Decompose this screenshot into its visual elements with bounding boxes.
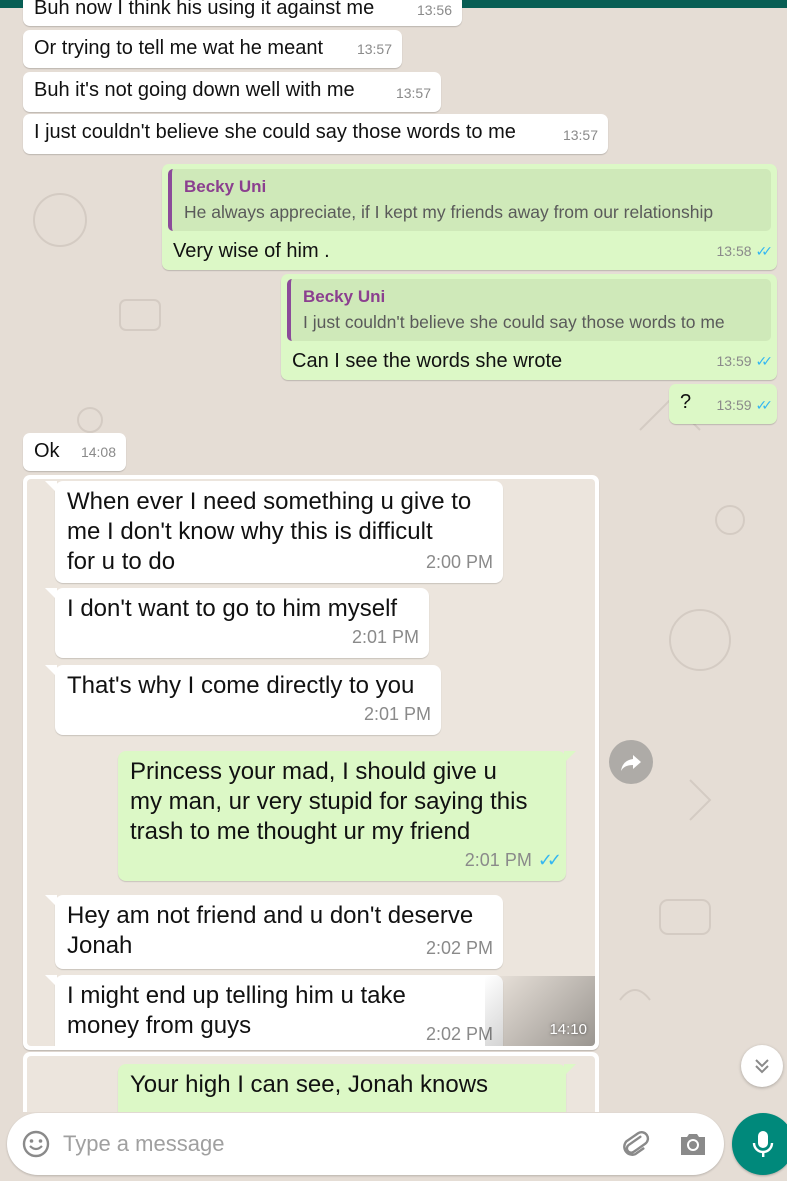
message-time: 13:59 ✓✓	[716, 393, 774, 417]
forward-button[interactable]	[609, 740, 653, 784]
image-message-time: 14:10	[549, 1021, 587, 1038]
camera-icon[interactable]	[677, 1128, 709, 1160]
message-time: 13:57	[356, 41, 392, 57]
message-bubble-outgoing-reply[interactable]: Becky Uni I just couldn't believe she co…	[281, 274, 777, 380]
quote-author: Becky Uni	[184, 177, 267, 196]
message-bubble-incoming[interactable]: I just couldn't believe she could say th…	[23, 114, 608, 154]
message-bubble-incoming[interactable]: Buh it's not going down well with me 13:…	[23, 72, 441, 112]
message-input[interactable]	[63, 1125, 583, 1163]
message-text: Ok	[34, 440, 60, 462]
screenshot-bubble-text: I might end up telling him u take money …	[67, 982, 406, 1039]
forward-icon	[621, 755, 641, 771]
message-text: ?	[680, 391, 692, 413]
message-text: I just couldn't believe she could say th…	[34, 121, 516, 143]
paperclip-icon[interactable]	[619, 1128, 651, 1160]
message-bubble-incoming[interactable]: Ok 14:08	[23, 433, 126, 471]
screenshot-bubble-text: I don't want to go to him myself	[67, 595, 398, 622]
screenshot-bubble-text: When ever I need something u give to me …	[67, 488, 472, 575]
quote-text: I just couldn't believe she could say th…	[303, 312, 725, 332]
screenshot-bubble-time: 2:01 PM	[351, 627, 419, 647]
emoji-icon[interactable]	[21, 1129, 51, 1159]
message-time: 14:08	[80, 444, 116, 460]
screenshot-bubble-time: 2:01 PM ✓✓	[465, 845, 562, 875]
mic-icon	[752, 1131, 774, 1157]
screenshot-bubble-text: That's why I come directly to you	[67, 672, 415, 699]
image-message[interactable]: When ever I need something u give to me …	[23, 475, 599, 1050]
quoted-message[interactable]: Becky Uni He always appreciate, if I kep…	[168, 169, 771, 231]
scroll-to-bottom-button[interactable]	[741, 1045, 783, 1087]
double-check-icon: ✓✓	[755, 243, 774, 259]
double-check-icon: ✓✓	[755, 397, 774, 413]
screenshot-bubble-incoming: I don't want to go to him myself 2:01 PM	[45, 588, 429, 658]
screenshot-bubble-time: 2:02 PM	[425, 1024, 493, 1044]
screenshot-bubble-outgoing: Princess your mad, I should give u my ma…	[118, 751, 576, 881]
screenshot-bubble-incoming: Hey am not friend and u don't deserve Jo…	[45, 895, 503, 969]
screenshot-bubble-time: 2:01 PM	[363, 704, 431, 724]
message-text: Buh it's not going down well with me	[34, 79, 355, 101]
message-text: Or trying to tell me wat he meant	[34, 37, 324, 59]
message-time: 13:57	[562, 127, 598, 143]
screenshot-bubble-incoming: I might end up telling him u take money …	[45, 975, 503, 1046]
message-time: 13:58 ✓✓	[716, 239, 774, 263]
mic-button[interactable]	[732, 1113, 787, 1175]
message-time: 13:57	[395, 85, 431, 101]
message-text: Very wise of him .	[173, 240, 330, 262]
screenshot-bubble-time: 2:00 PM	[425, 552, 493, 572]
message-bubble-incoming[interactable]: Buh now I think his using it against me …	[23, 0, 462, 26]
double-chevron-down-icon	[755, 1059, 769, 1074]
screenshot-bubble-incoming: When ever I need something u give to me …	[45, 481, 503, 583]
message-time: 13:59 ✓✓	[716, 349, 774, 373]
message-composer	[7, 1113, 724, 1175]
chat-screenshot-image[interactable]: When ever I need something u give to me …	[27, 479, 595, 1046]
quoted-message[interactable]: Becky Uni I just couldn't believe she co…	[287, 279, 771, 341]
message-bubble-outgoing-reply[interactable]: Becky Uni He always appreciate, if I kep…	[162, 164, 777, 270]
message-text: Buh now I think his using it against me	[34, 0, 375, 19]
message-bubble-incoming[interactable]: Or trying to tell me wat he meant 13:57	[23, 30, 402, 68]
message-time: 13:56	[416, 2, 452, 18]
screenshot-bubble-text: Your high I can see, Jonah knows	[130, 1071, 489, 1098]
message-bubble-outgoing[interactable]: ? 13:59 ✓✓	[669, 384, 777, 424]
chat-screenshot-image[interactable]: Your high I can see, Jonah knows	[27, 1056, 595, 1112]
quote-author: Becky Uni	[303, 287, 386, 306]
screenshot-bubble-outgoing: Your high I can see, Jonah knows	[118, 1064, 576, 1112]
image-message[interactable]: Your high I can see, Jonah knows	[23, 1052, 599, 1112]
message-text: Can I see the words she wrote	[292, 350, 563, 372]
quote-text: He always appreciate, if I kept my frien…	[184, 202, 714, 222]
double-check-icon: ✓✓	[537, 850, 562, 870]
screenshot-bubble-incoming: That's why I come directly to you 2:01 P…	[45, 665, 441, 735]
screenshot-bubble-time: 2:02 PM	[425, 938, 493, 958]
double-check-icon: ✓✓	[755, 353, 774, 369]
screenshot-bubble-text: Hey am not friend and u don't deserve Jo…	[67, 902, 474, 959]
screenshot-bubble-text: Princess your mad, I should give u my ma…	[130, 758, 528, 845]
